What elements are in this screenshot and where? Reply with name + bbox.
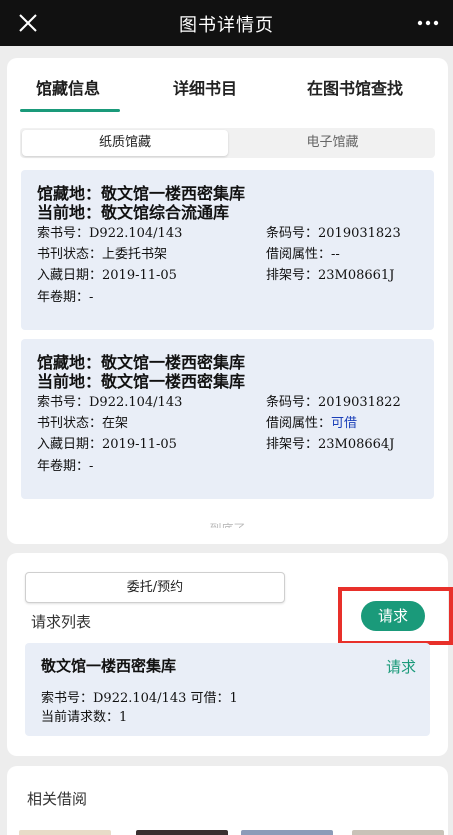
volume-period: 年卷期：- xyxy=(37,459,94,474)
borrow-attribute: 借阅属性：可借 xyxy=(266,412,357,431)
barcode: 条码号：2019031822 xyxy=(266,395,401,410)
book-cover-thumbnail[interactable] xyxy=(241,830,333,835)
related-thumbnails xyxy=(19,830,449,835)
book-cover-thumbnail[interactable] xyxy=(352,830,444,835)
accession-date: 入藏日期：2019-11-05 xyxy=(37,268,177,283)
holdings-card: 馆藏信息 详细书目 在图书馆查找 纸质馆藏 电子馆藏 馆藏地：敬文馆一楼西密集库… xyxy=(7,58,448,544)
related-title: 相关借阅 xyxy=(27,790,88,808)
page-title: 图书详情页 xyxy=(179,15,274,36)
tab-bar: 馆藏信息 详细书目 在图书馆查找 xyxy=(7,58,448,114)
book-cover-thumbnail[interactable] xyxy=(136,830,228,835)
request-item-count: 当前请求数：1 xyxy=(41,710,128,725)
item-status: 书刊状态：上委托书架 xyxy=(37,247,168,262)
borrow-attribute: 借阅属性：-- xyxy=(266,243,340,262)
call-number: 索书号：D922.104/143 xyxy=(37,395,183,410)
borrow-attribute-value: 可借 xyxy=(331,416,358,431)
shelf-number: 排架号：23M08664J xyxy=(266,437,395,452)
item-status: 书刊状态：在架 xyxy=(37,416,129,431)
borrow-attribute-value: -- xyxy=(331,247,340,262)
request-item-callno: 索书号：D922.104/143 可借：1 xyxy=(41,691,238,706)
end-of-list-hint: 到底了 xyxy=(7,520,448,528)
holding-item: 馆藏地：敬文馆一楼西密集库 当前地：敬文馆综合流通库 索书号：D922.104/… xyxy=(21,170,434,330)
tab-holdings[interactable]: 馆藏信息 xyxy=(36,75,100,99)
request-item-location: 敬文馆一楼西密集库 xyxy=(41,657,177,675)
request-button[interactable]: 请求 xyxy=(361,601,425,631)
holding-type-switch: 纸质馆藏 电子馆藏 xyxy=(20,128,435,158)
active-tab-indicator xyxy=(20,109,120,112)
holding-item: 馆藏地：敬文馆一楼西密集库 当前地：敬文馆一楼西密集库 索书号：D922.104… xyxy=(21,339,434,499)
book-cover-thumbnail[interactable] xyxy=(19,830,111,835)
request-card: 委托/预约 请求列表 请求 敬文馆一楼西密集库 请求 索书号：D922.104/… xyxy=(7,553,453,756)
accession-date: 入藏日期：2019-11-05 xyxy=(37,437,177,452)
more-icon[interactable] xyxy=(417,20,439,26)
tab-bibliography[interactable]: 详细书目 xyxy=(173,75,237,99)
volume-period: 年卷期：- xyxy=(37,290,94,305)
barcode: 条码号：2019031823 xyxy=(266,226,401,241)
subtab-print[interactable]: 纸质馆藏 xyxy=(22,130,228,156)
related-card: 相关借阅 xyxy=(7,766,448,835)
subtab-electronic[interactable]: 电子馆藏 xyxy=(230,128,435,158)
holding-current-location: 当前地：敬文馆综合流通库 xyxy=(37,203,230,222)
request-list-title: 请求列表 xyxy=(31,613,92,631)
call-number: 索书号：D922.104/143 xyxy=(37,226,183,241)
reserve-button[interactable]: 委托/预约 xyxy=(25,572,285,603)
tab-find-in-library[interactable]: 在图书馆查找 xyxy=(307,75,403,99)
borrow-attribute-label: 借阅属性： xyxy=(266,416,332,431)
top-bar: 图书详情页 xyxy=(0,0,453,46)
request-list-item: 敬文馆一楼西密集库 请求 索书号：D922.104/143 可借：1 当前请求数… xyxy=(25,643,430,736)
holding-current-location: 当前地：敬文馆一楼西密集库 xyxy=(37,372,246,391)
borrow-attribute-label: 借阅属性： xyxy=(266,247,332,262)
shelf-number: 排架号：23M08661J xyxy=(266,268,395,283)
request-item-link[interactable]: 请求 xyxy=(386,656,416,677)
